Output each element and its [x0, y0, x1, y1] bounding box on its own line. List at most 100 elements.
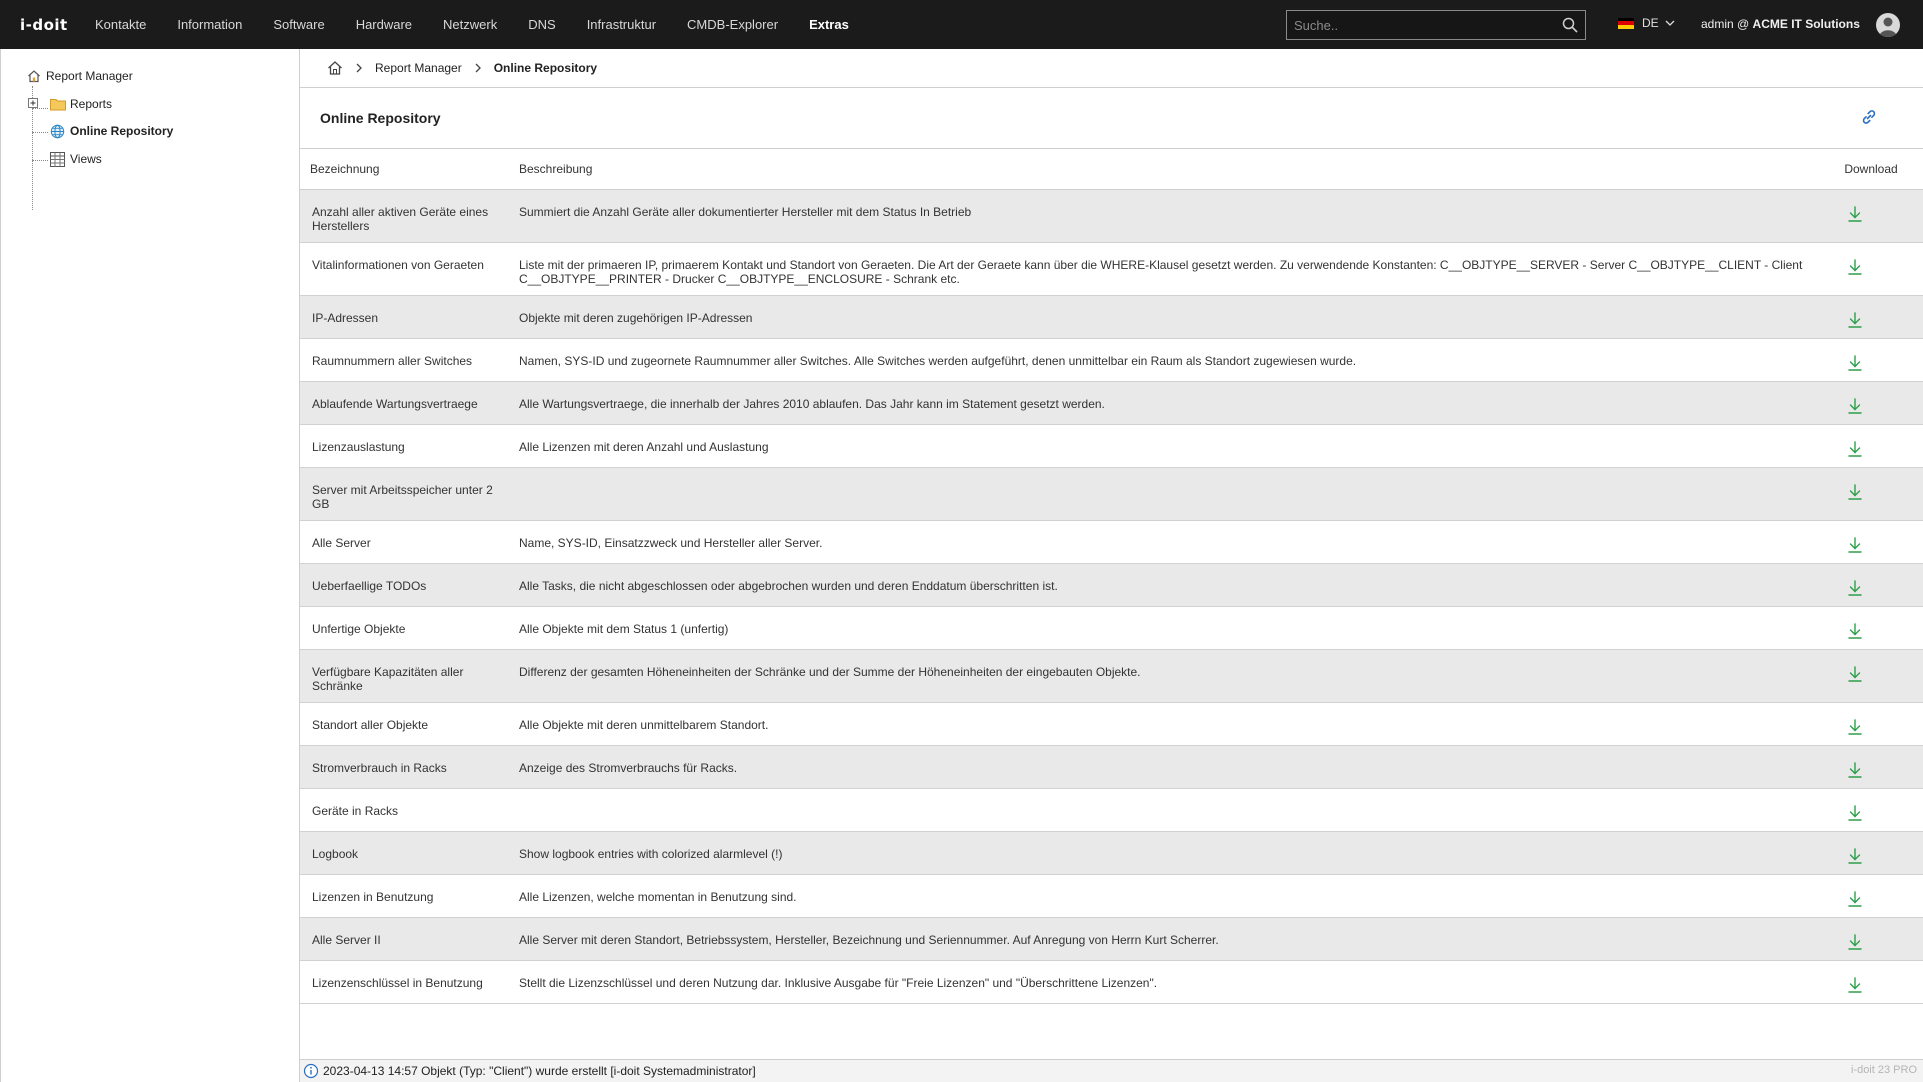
download-icon[interactable]: [1847, 976, 1862, 996]
tree-item-label: Online Repository: [70, 124, 174, 138]
download-cell: [1819, 745, 1923, 789]
language-selector[interactable]: DE: [1618, 16, 1675, 30]
nav-item-kontakte[interactable]: Kontakte: [95, 17, 146, 32]
download-icon[interactable]: [1847, 890, 1862, 910]
table-row[interactable]: Alle Server Name, SYS-ID, Einsatzzweck un…: [300, 520, 1923, 564]
table-row[interactable]: Lizenzauslastung Alle Lizenzen mit deren …: [300, 424, 1923, 468]
report-description: Summiert die Anzahl Geräte aller dokumen…: [509, 189, 1819, 243]
search-icon[interactable]: [1555, 17, 1585, 33]
tree-item-online-repository[interactable]: Online Repository: [49, 122, 173, 140]
nav-item-information[interactable]: Information: [177, 17, 242, 32]
download-icon[interactable]: [1847, 579, 1862, 599]
table-row[interactable]: Logbook Show logbook entries with coloriz…: [300, 831, 1923, 875]
tree-line: [32, 160, 48, 161]
breadcrumb-home[interactable]: [327, 60, 343, 76]
download-cell: [1819, 189, 1923, 243]
download-icon[interactable]: [1847, 847, 1862, 867]
report-name: Ablaufende Wartungsvertraege: [300, 381, 509, 425]
chevron-right-icon: [356, 63, 362, 73]
download-icon[interactable]: [1847, 718, 1862, 738]
tree-item-label: Views: [70, 152, 102, 166]
tree-item-views[interactable]: Views: [49, 150, 102, 168]
column-header-download: Download: [1819, 149, 1923, 190]
table-row[interactable]: Standort aller Objekte Alle Objekte mit d…: [300, 702, 1923, 746]
chevron-down-icon: [1665, 20, 1675, 26]
search-box: [1286, 10, 1586, 40]
table-row[interactable]: IP-Adressen Objekte mit deren zugehörigen…: [300, 295, 1923, 339]
download-icon[interactable]: [1847, 311, 1862, 331]
download-cell: [1819, 831, 1923, 875]
download-cell: [1819, 606, 1923, 650]
nav-item-dns[interactable]: DNS: [528, 17, 555, 32]
chevron-right-icon: [475, 63, 481, 73]
tree-item-reports[interactable]: Reports: [49, 95, 112, 113]
table-row[interactable]: Raumnummern aller Switches Namen, SYS-ID …: [300, 338, 1923, 382]
nav-item-hardware[interactable]: Hardware: [356, 17, 412, 32]
top-navbar: i-doit Kontakte Information Software Hardwa…: [0, 0, 1923, 49]
nav-item-cmdb-explorer[interactable]: CMDB-Explorer: [687, 17, 778, 32]
table-row[interactable]: Stromverbrauch in Racks Anzeige des Strom…: [300, 745, 1923, 789]
table-row[interactable]: Vitalinformationen von Geraeten Liste mit…: [300, 242, 1923, 296]
download-icon[interactable]: [1847, 933, 1862, 953]
nav-item-extras[interactable]: Extras: [809, 17, 849, 32]
table-row[interactable]: Verfügbare Kapazitäten aller Schränke Dif…: [300, 649, 1923, 703]
table-row[interactable]: Unfertige Objekte Alle Objekte mit dem St…: [300, 606, 1923, 650]
expand-plus-icon[interactable]: [28, 97, 39, 109]
link-icon[interactable]: [1860, 108, 1878, 129]
report-description: Alle Lizenzen, welche momentan in Benutz…: [509, 874, 1819, 918]
download-icon[interactable]: [1847, 205, 1862, 225]
report-description: Alle Lizenzen mit deren Anzahl und Ausla…: [509, 424, 1819, 468]
tree-expand-reports[interactable]: [28, 94, 44, 112]
user-menu[interactable]: admin @ ACME IT Solutions: [1701, 17, 1860, 31]
download-icon[interactable]: [1847, 397, 1862, 417]
download-icon[interactable]: [1847, 622, 1862, 642]
download-cell: [1819, 874, 1923, 918]
report-name: Lizenzen in Benutzung: [300, 874, 509, 918]
nav-item-software[interactable]: Software: [273, 17, 324, 32]
table-row[interactable]: Anzahl aller aktiven Geräte eines Herste…: [300, 189, 1923, 243]
report-name: Alle Server: [300, 520, 509, 564]
table-row[interactable]: Server mit Arbeitsspeicher unter 2 GB: [300, 467, 1923, 521]
column-header-description[interactable]: Beschreibung: [509, 149, 1819, 190]
table-row[interactable]: Ablaufende Wartungsvertraege Alle Wartung…: [300, 381, 1923, 425]
report-name: Lizenzauslastung: [300, 424, 509, 468]
download-icon[interactable]: [1847, 761, 1862, 781]
download-icon[interactable]: [1847, 354, 1862, 374]
report-description: Stellt die Lizenzschlüssel und deren Nut…: [509, 960, 1819, 1004]
table-row[interactable]: Lizenzen in Benutzung Alle Lizenzen, welc…: [300, 874, 1923, 918]
report-tree: Report Manager Reports Online Repository…: [1, 49, 299, 210]
download-icon[interactable]: [1847, 804, 1862, 824]
download-icon[interactable]: [1847, 258, 1862, 278]
download-icon[interactable]: [1847, 536, 1862, 556]
report-description: Name, SYS-ID, Einsatzzweck und Herstelle…: [509, 520, 1819, 564]
avatar[interactable]: [1876, 13, 1900, 37]
tree-item-report-manager[interactable]: Report Manager: [25, 67, 133, 85]
table-icon: [49, 151, 66, 167]
breadcrumb-report-manager[interactable]: Report Manager: [375, 61, 462, 75]
table-row[interactable]: Geräte in Racks: [300, 788, 1923, 832]
report-name: Server mit Arbeitsspeicher unter 2 GB: [300, 467, 509, 521]
nav-item-infrastruktur[interactable]: Infrastruktur: [587, 17, 656, 32]
app-logo[interactable]: i-doit: [0, 16, 80, 34]
report-description: Show logbook entries with colorized alar…: [509, 831, 1819, 875]
download-icon[interactable]: [1847, 665, 1862, 685]
table-row[interactable]: Lizenzenschlüssel in Benutzung Stellt die…: [300, 960, 1923, 1004]
download-cell: [1819, 424, 1923, 468]
tree-line: [32, 132, 48, 133]
download-icon[interactable]: [1847, 440, 1862, 460]
column-header-name[interactable]: Bezeichnung: [300, 149, 509, 190]
table-row[interactable]: Alle Server II Alle Server mit deren Stan…: [300, 917, 1923, 961]
tree-item-label: Reports: [70, 97, 113, 111]
version-label: i-doit 23 PRO: [1850, 1064, 1917, 1076]
page-title: Online Repository: [320, 110, 441, 126]
nav-item-netzwerk[interactable]: Netzwerk: [443, 17, 497, 32]
report-name: Raumnummern aller Switches: [300, 338, 509, 382]
download-icon[interactable]: [1847, 483, 1862, 503]
report-name: Geräte in Racks: [300, 788, 509, 832]
report-name: Verfügbare Kapazitäten aller Schränke: [300, 649, 509, 703]
search-input[interactable]: [1287, 11, 1555, 39]
table-row[interactable]: Ueberfaellige TODOs Alle Tasks, die nicht…: [300, 563, 1923, 607]
report-description: Alle Objekte mit deren unmittelbarem Sta…: [509, 702, 1819, 746]
report-description: Anzeige des Stromverbrauchs für Racks.: [509, 745, 1819, 789]
info-icon[interactable]: [303, 1063, 319, 1079]
